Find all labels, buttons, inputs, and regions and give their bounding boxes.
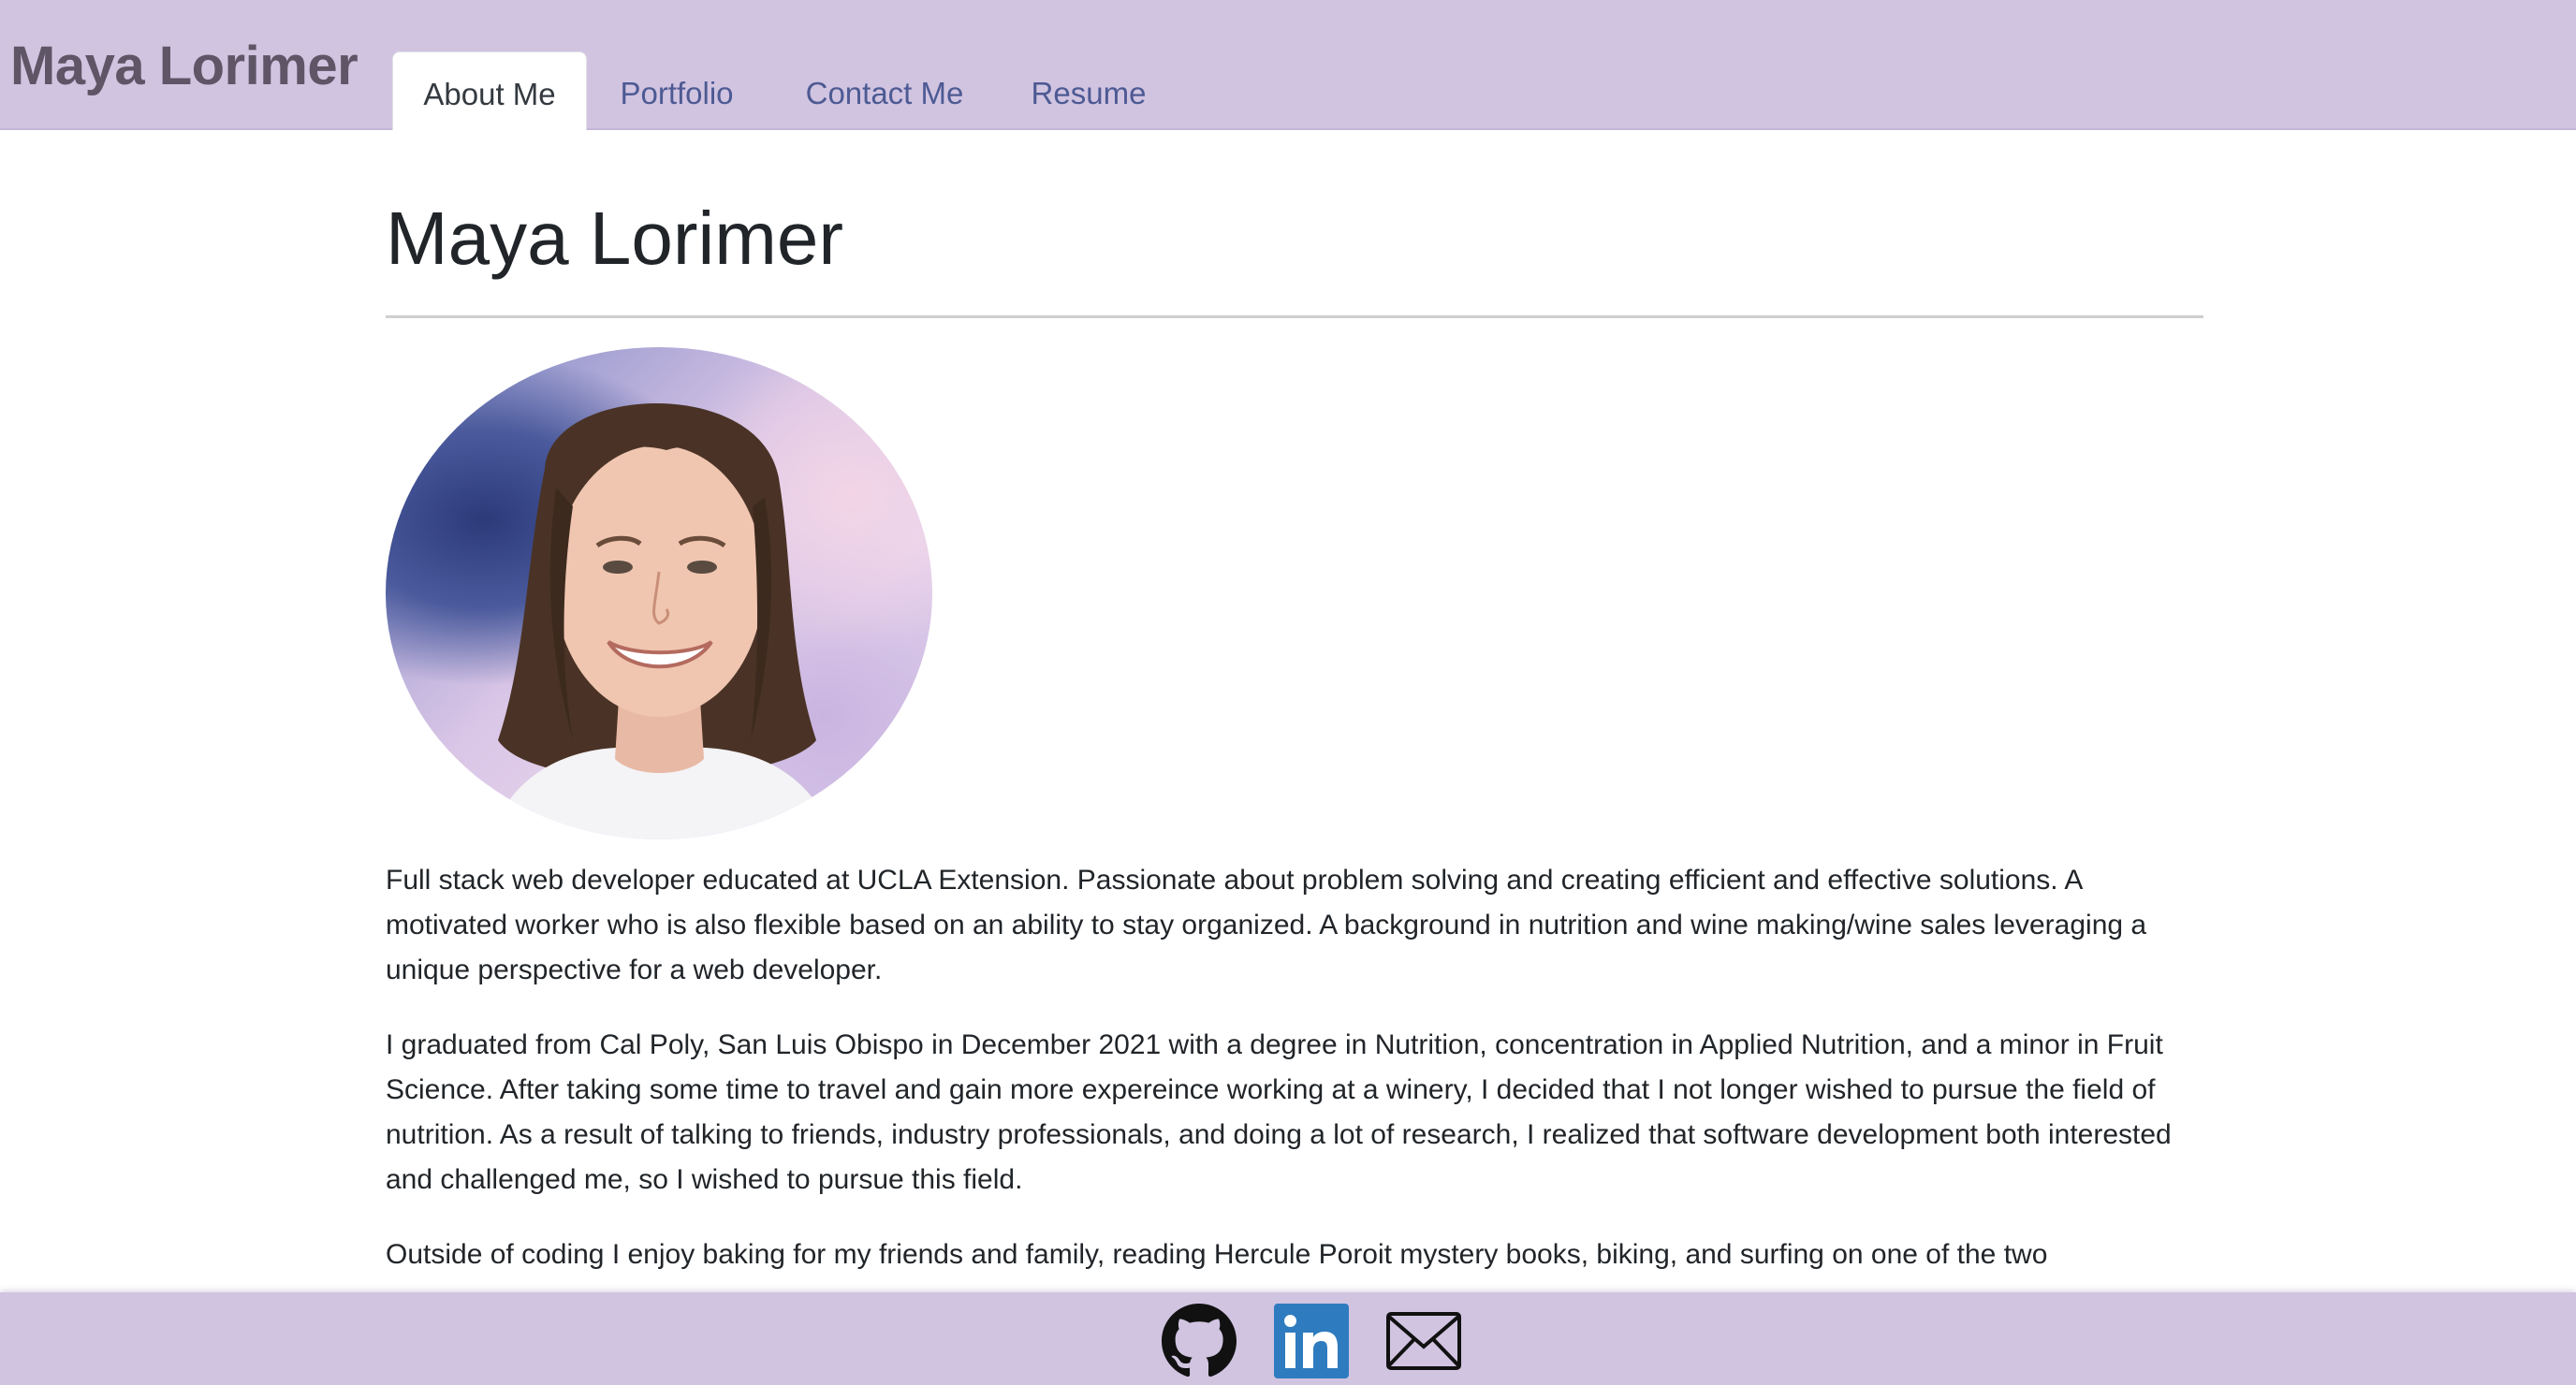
nav-tabs: About Me Portfolio Contact Me Resume <box>392 51 1175 130</box>
social-links <box>1161 1304 1462 1378</box>
bio-text: Full stack web developer educated at UCL… <box>386 858 2203 1307</box>
site-footer <box>0 1292 2576 1385</box>
tab-resume[interactable]: Resume <box>1003 51 1175 130</box>
email-icon[interactable] <box>1385 1303 1462 1379</box>
portrait-illustration <box>489 403 835 839</box>
tab-about-me[interactable]: About Me <box>392 51 587 130</box>
linkedin-icon[interactable] <box>1273 1303 1350 1379</box>
bio-paragraph-1: Full stack web developer educated at UCL… <box>386 865 2147 985</box>
tab-contact-me[interactable]: Contact Me <box>767 51 1003 130</box>
bio-paragraph-2: I graduated from Cal Poly, San Luis Obis… <box>386 1029 2172 1195</box>
brand-name: Maya Lorimer <box>10 36 359 96</box>
tab-portfolio[interactable]: Portfolio <box>587 51 767 130</box>
page-title: Maya Lorimer <box>386 197 844 280</box>
profile-photo <box>386 347 932 839</box>
bio-paragraph-3: Outside of coding I enjoy baking for my … <box>386 1239 2048 1270</box>
github-icon[interactable] <box>1161 1303 1237 1379</box>
title-divider <box>386 315 2203 318</box>
site-header: Maya Lorimer About Me Portfolio Contact … <box>0 0 2576 130</box>
